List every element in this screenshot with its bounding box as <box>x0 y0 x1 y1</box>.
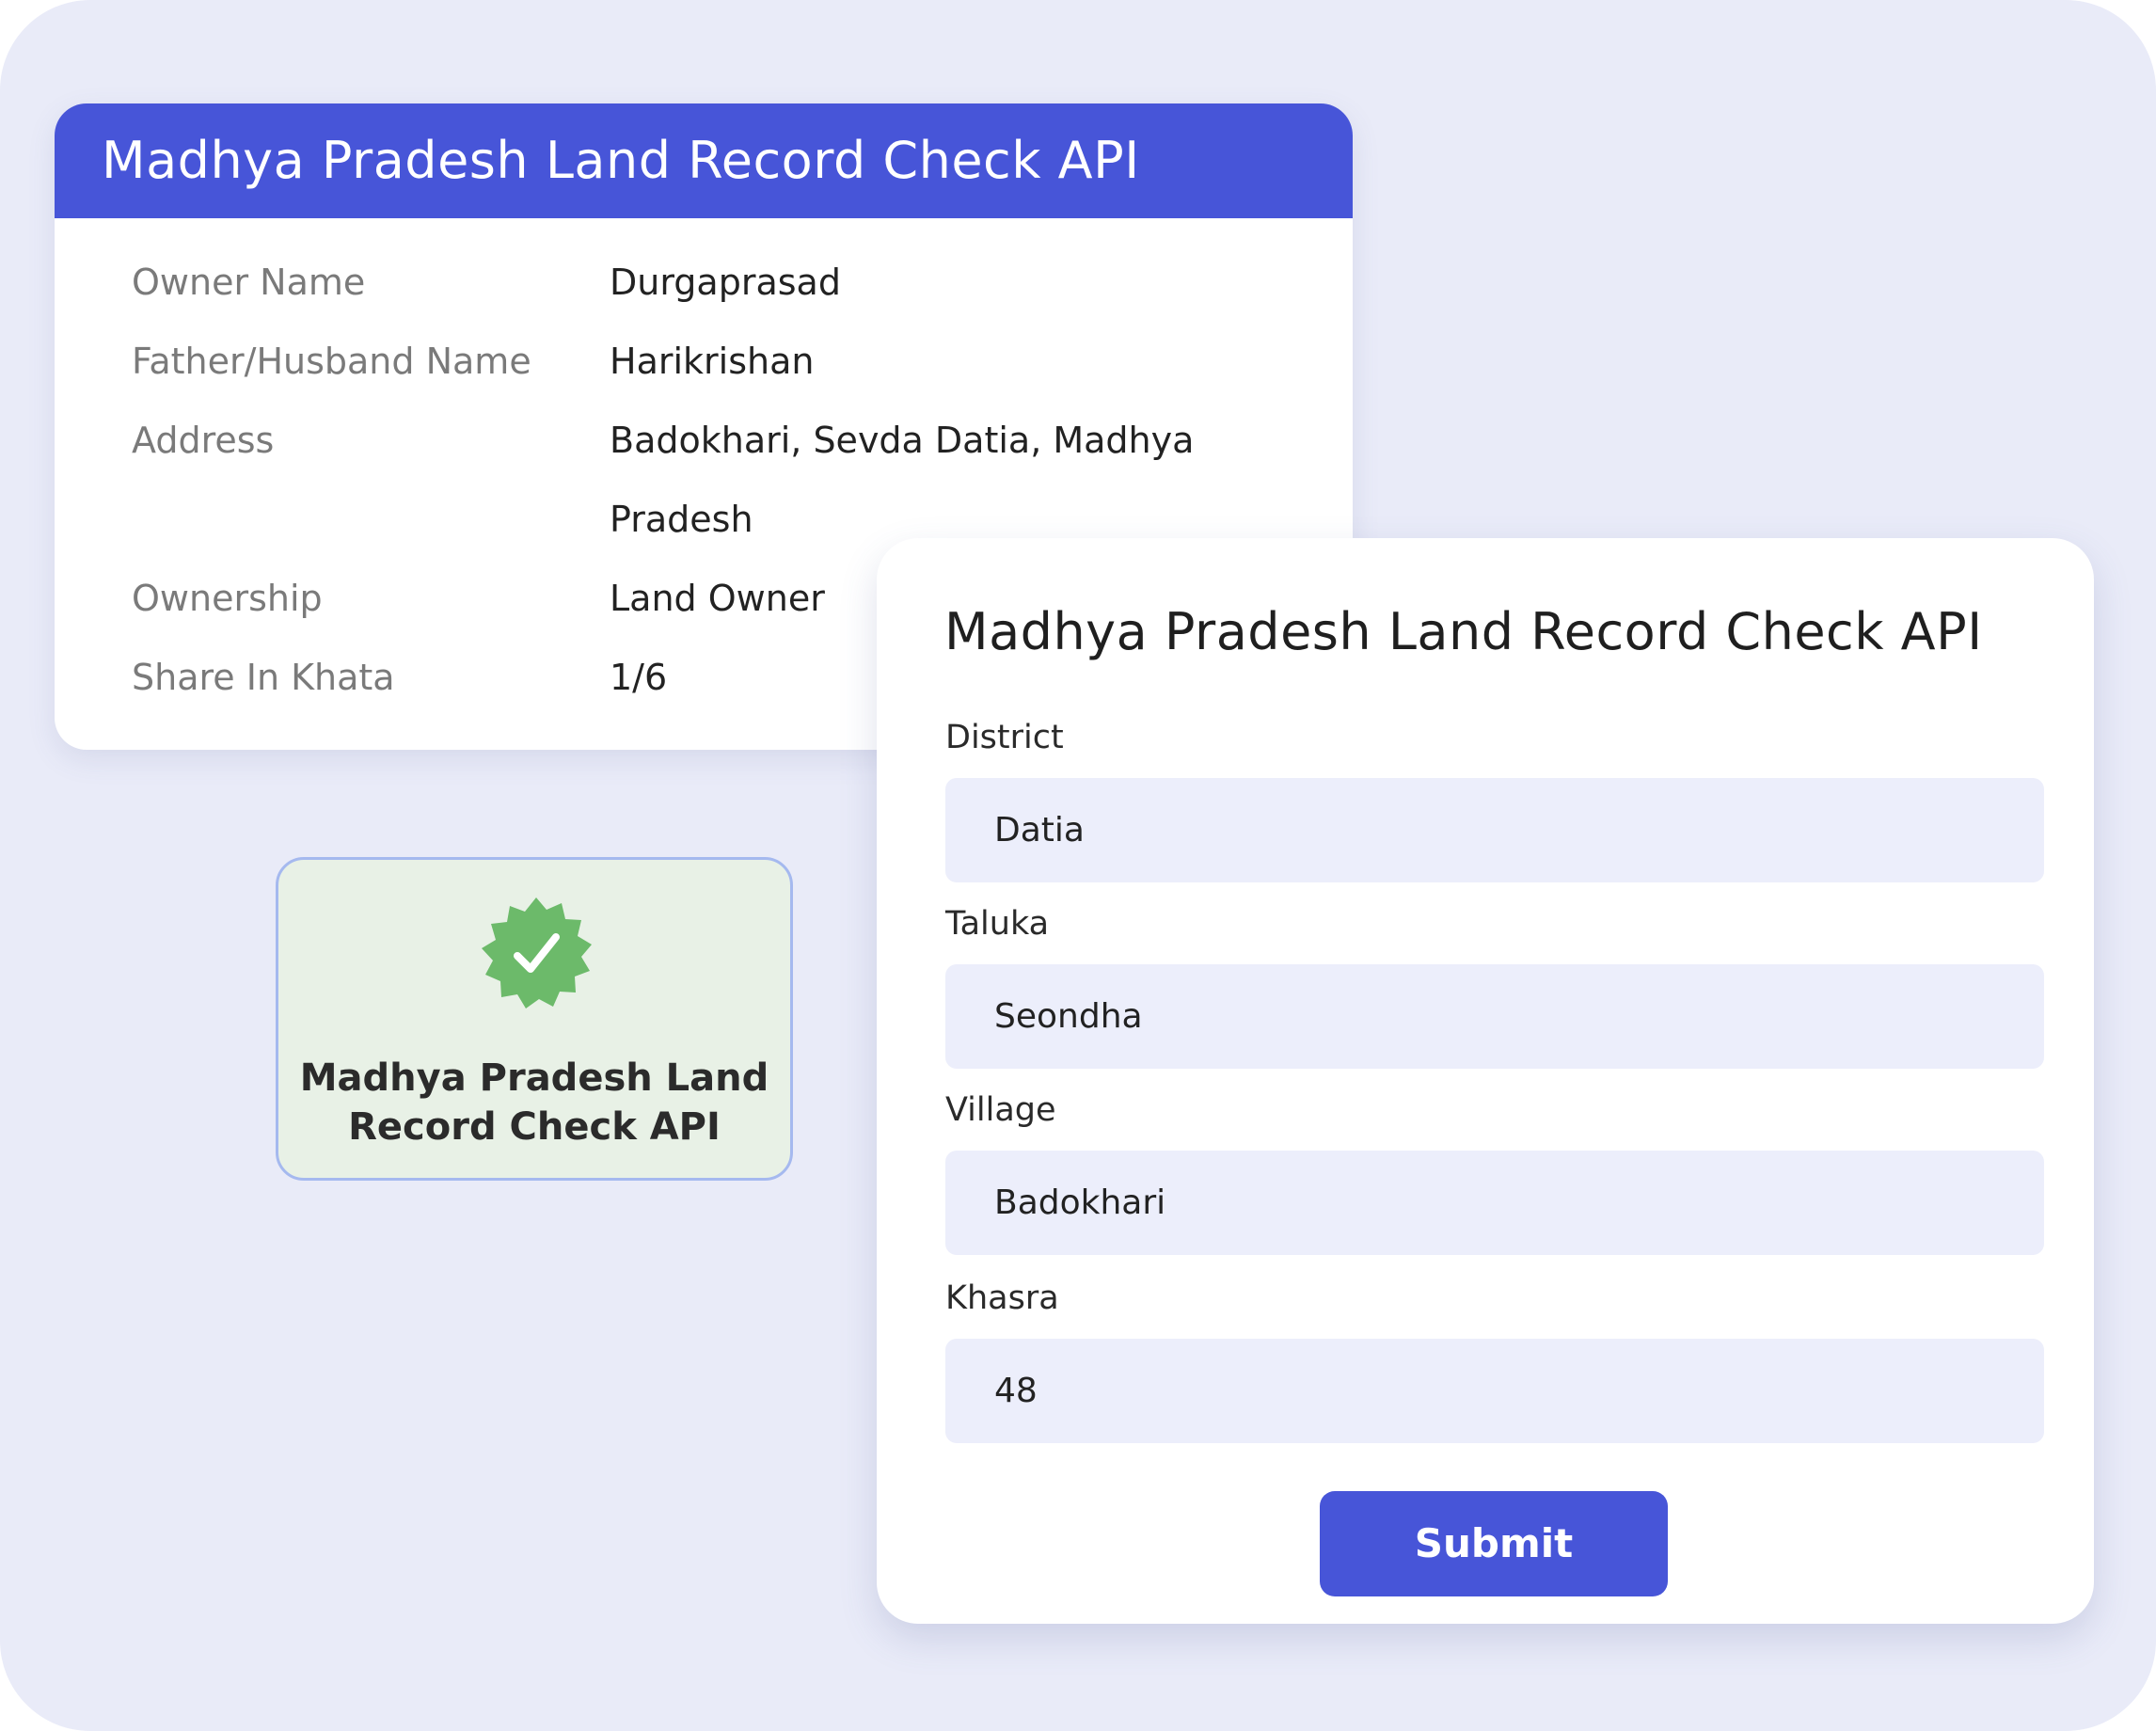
result-label: Owner Name <box>132 262 366 303</box>
result-row-father-husband-name: Father/Husband Name Harikrishan <box>132 322 1259 401</box>
verified-check-badge-icon <box>476 894 596 1014</box>
result-label: Ownership <box>132 578 323 619</box>
district-input[interactable]: Datia <box>945 778 2044 882</box>
result-value: Harikrishan <box>610 341 815 382</box>
lookup-form-card: Madhya Pradesh Land Record Check API Dis… <box>877 538 2094 1624</box>
result-card-header: Madhya Pradesh Land Record Check API <box>55 103 1353 218</box>
district-label: District <box>945 719 1064 756</box>
taluka-input[interactable]: Seondha <box>945 964 2044 1069</box>
taluka-label: Taluka <box>945 905 1050 943</box>
badge-label: Madhya Pradesh Land Record Check API <box>299 1056 769 1149</box>
village-input[interactable]: Badokhari <box>945 1151 2044 1255</box>
result-label: Address <box>132 420 275 461</box>
submit-button[interactable]: Submit <box>1320 1491 1668 1596</box>
village-label: Village <box>945 1091 1056 1129</box>
result-row-address: Address Badokhari, Sevda Datia, Madhya P… <box>132 401 1259 559</box>
result-label: Share In Khata <box>132 657 395 698</box>
result-value: Badokhari, Sevda Datia, Madhya Pradesh <box>610 420 1195 540</box>
background-canvas: Madhya Pradesh Land Record Check API Own… <box>0 0 2156 1731</box>
result-row-owner-name: Owner Name Durgaprasad <box>132 243 1259 322</box>
result-label: Father/Husband Name <box>132 341 531 382</box>
result-card-title: Madhya Pradesh Land Record Check API <box>102 131 1140 190</box>
khasra-input[interactable]: 48 <box>945 1339 2044 1443</box>
verified-badge-card: Madhya Pradesh Land Record Check API <box>276 857 793 1181</box>
result-value: Durgaprasad <box>610 262 841 303</box>
khasra-label: Khasra <box>945 1279 1059 1317</box>
form-title: Madhya Pradesh Land Record Check API <box>944 602 1983 661</box>
